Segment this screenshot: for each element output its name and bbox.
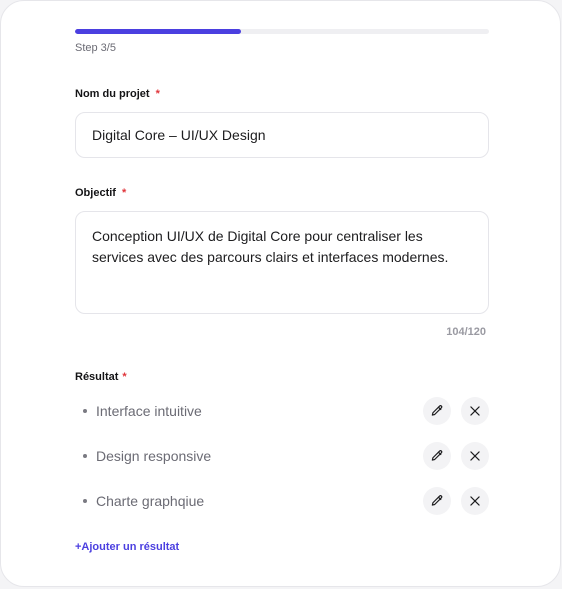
project-name-input[interactable]: Digital Core – UI/UX Design	[75, 112, 489, 158]
required-mark: *	[121, 187, 127, 199]
result-item: Interface intuitive	[75, 396, 489, 426]
project-name-label-text: Nom du projet	[75, 88, 150, 100]
objective-label: Objectif *	[75, 187, 126, 199]
delete-result-button[interactable]	[461, 442, 489, 470]
delete-result-button[interactable]	[461, 397, 489, 425]
result-item-text: Interface intuitive	[96, 403, 202, 419]
bullet-icon	[83, 499, 87, 503]
progress-bar	[75, 29, 489, 34]
objective-label-text: Objectif	[75, 187, 116, 199]
bullet-icon	[83, 454, 87, 458]
objective-textarea[interactable]: Conception UI/UX de Digital Core pour ce…	[75, 211, 489, 314]
results-label: Résultat *	[75, 371, 127, 383]
character-counter: 104/120	[446, 326, 486, 338]
required-mark: *	[155, 88, 160, 100]
close-icon	[470, 451, 480, 461]
form-card: Step 3/5 Nom du projet * Digital Core – U…	[0, 0, 561, 587]
bullet-icon	[83, 409, 87, 413]
project-name-label: Nom du projet *	[75, 88, 160, 100]
step-indicator: Step 3/5	[75, 42, 116, 54]
required-mark: *	[122, 371, 127, 383]
add-result-link[interactable]: +Ajouter un résultat	[75, 541, 179, 553]
edit-result-button[interactable]	[423, 487, 451, 515]
results-label-text: Résultat	[75, 371, 119, 383]
edit-result-button[interactable]	[423, 442, 451, 470]
close-icon	[470, 406, 480, 416]
result-item: Charte graphqiue	[75, 486, 489, 516]
pencil-icon	[431, 405, 443, 416]
progress-fill	[75, 29, 241, 34]
result-item: Design responsive	[75, 441, 489, 471]
pencil-icon	[431, 495, 443, 506]
delete-result-button[interactable]	[461, 487, 489, 515]
result-item-text: Design responsive	[96, 448, 212, 464]
pencil-icon	[431, 450, 443, 461]
close-icon	[470, 496, 480, 506]
edit-result-button[interactable]	[423, 397, 451, 425]
result-item-text: Charte graphqiue	[96, 493, 205, 509]
